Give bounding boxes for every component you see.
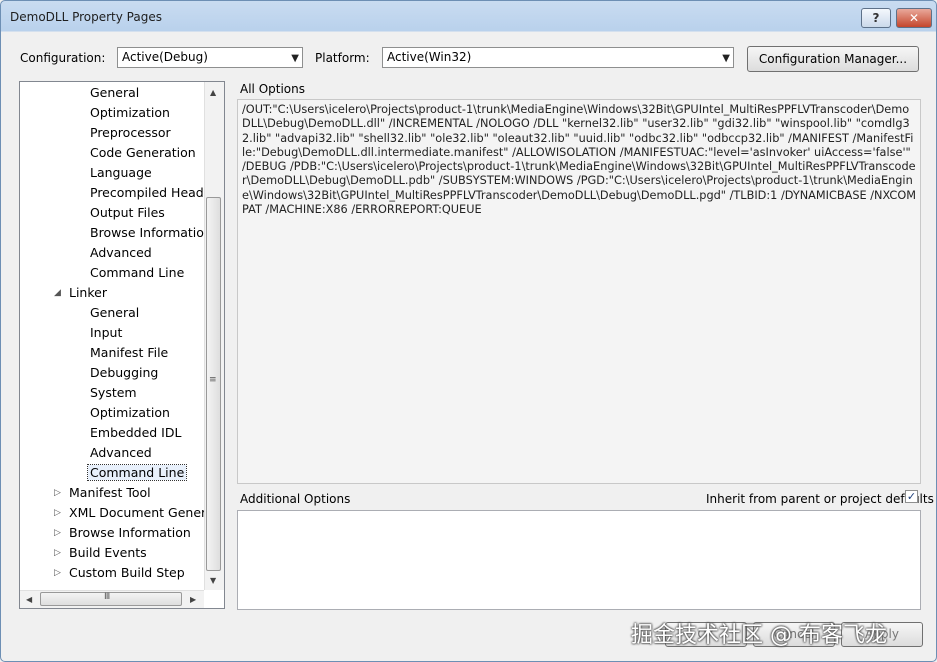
title-bar: DemoDLL Property Pages ? ✕ xyxy=(1,1,936,32)
tree-item[interactable]: General xyxy=(90,84,139,102)
tree-item-label: Browse Information xyxy=(90,225,212,240)
tree-item-label: Output Files xyxy=(90,205,165,220)
tree-item-label: Language xyxy=(90,165,152,180)
tree-item-label: Optimization xyxy=(90,105,170,120)
expand-arrow-icon[interactable]: ▷ xyxy=(54,504,61,522)
tree-item-label: Advanced xyxy=(90,445,152,460)
close-button[interactable]: ✕ xyxy=(896,8,932,28)
chevron-down-icon: ▼ xyxy=(722,53,730,64)
tree-item-label: General xyxy=(90,85,140,100)
platform-dropdown[interactable]: Active(Win32) ▼ xyxy=(382,47,734,68)
window-title: DemoDLL Property Pages xyxy=(10,10,162,24)
expand-arrow-icon[interactable]: ▷ xyxy=(54,564,61,582)
tree-item-label: Input xyxy=(90,325,123,340)
tree-item[interactable]: Optimization xyxy=(90,404,170,422)
tree-item[interactable]: Command Line xyxy=(86,464,188,482)
tree-item[interactable]: Command Line xyxy=(90,264,184,282)
expand-arrow-icon[interactable]: ▷ xyxy=(54,524,61,542)
tree-item-label: Code Generation xyxy=(90,145,196,160)
tree-item-label: Advanced xyxy=(90,245,152,260)
configuration-label: Configuration: xyxy=(20,51,106,65)
tree-item[interactable]: Manifest File xyxy=(90,344,168,362)
tree-item[interactable]: ▷ Browse Information xyxy=(54,524,191,542)
tree-item-label: Linker xyxy=(69,285,107,300)
tree-item-label: Custom Build Step xyxy=(69,565,185,580)
tree-item-label: Debugging xyxy=(90,365,159,380)
property-pages-dialog: DemoDLL Property Pages ? ✕ Configuration… xyxy=(0,0,937,662)
additional-options-label: Additional Options xyxy=(240,492,351,506)
help-button[interactable]: ? xyxy=(861,8,891,28)
tree-item-label: XML Document Genera xyxy=(69,505,214,520)
grip-icon: ≡ xyxy=(209,375,217,385)
collapse-arrow-icon[interactable]: ◢ xyxy=(54,284,61,302)
tree-item[interactable]: Output Files xyxy=(90,204,165,222)
configuration-dropdown[interactable]: Active(Debug) ▼ xyxy=(117,47,303,68)
grip-icon: Ⅲ xyxy=(104,592,111,602)
tree-item-label: System xyxy=(90,385,137,400)
tree-item-label: General xyxy=(90,305,140,320)
tree-item[interactable]: Language xyxy=(90,164,152,182)
tree-item[interactable]: Precompiled Heade xyxy=(90,184,211,202)
tree-item[interactable]: ▷ Build Events xyxy=(54,544,147,562)
platform-value: Active(Win32) xyxy=(387,50,472,64)
tree-item[interactable]: Input xyxy=(90,324,122,342)
tree-item[interactable]: Optimization xyxy=(90,104,170,122)
configuration-manager-button[interactable]: Configuration Manager... xyxy=(747,46,919,72)
tree-item-label: Command Line xyxy=(90,265,185,280)
expand-arrow-icon[interactable]: ▷ xyxy=(54,544,61,562)
tree-item[interactable]: Advanced xyxy=(90,244,152,262)
tree-item[interactable]: System xyxy=(90,384,137,402)
tree-item[interactable]: ◢ Linker xyxy=(54,284,107,302)
tree-item[interactable]: Advanced xyxy=(90,444,152,462)
watermark: 掘金技术社区 @ 布客飞龙 xyxy=(631,623,887,648)
tree-item[interactable]: ▷ XML Document Genera xyxy=(54,504,214,522)
scroll-right-icon[interactable]: ▶ xyxy=(190,595,196,604)
tree-item-label: Manifest File xyxy=(90,345,169,360)
tree-item[interactable]: Embedded IDL xyxy=(90,424,181,442)
tree-item[interactable]: Code Generation xyxy=(90,144,196,162)
tree-item[interactable]: ▷ Manifest Tool xyxy=(54,484,151,502)
tree-item[interactable]: ▷ Custom Build Step xyxy=(54,564,185,582)
tree-item-label: Build Events xyxy=(69,545,147,560)
all-options-label: All Options xyxy=(240,82,305,96)
tree-item-label: Preprocessor xyxy=(90,125,171,140)
tree-item-label: Manifest Tool xyxy=(69,485,151,500)
property-tree[interactable]: General Optimization Preprocessor Code Gene… xyxy=(19,81,225,609)
inherit-label: Inherit from parent or project defaults xyxy=(706,492,934,506)
scroll-down-icon[interactable]: ▼ xyxy=(210,576,216,585)
horizontal-scroll-thumb[interactable] xyxy=(40,592,182,606)
tree-item-label: Precompiled Heade xyxy=(90,185,212,200)
scroll-up-icon[interactable]: ▲ xyxy=(210,88,216,97)
all-options-text[interactable]: /OUT:"C:\Users\icelero\Projects\product-… xyxy=(237,99,921,484)
tree-item[interactable]: Debugging xyxy=(90,364,158,382)
chevron-down-icon: ▼ xyxy=(291,53,299,64)
tree-item-label: Optimization xyxy=(90,405,170,420)
configuration-value: Active(Debug) xyxy=(122,50,208,64)
tree-item[interactable]: Preprocessor xyxy=(90,124,171,142)
inherit-checkbox[interactable]: ✓ xyxy=(905,490,918,503)
platform-label: Platform: xyxy=(315,51,370,65)
expand-arrow-icon[interactable]: ▷ xyxy=(54,484,61,502)
additional-options-input[interactable] xyxy=(237,510,921,610)
tree-item[interactable]: General xyxy=(90,304,139,322)
tree-item-label: Browse Information xyxy=(69,525,191,540)
scroll-left-icon[interactable]: ◀ xyxy=(26,595,32,604)
tree-item-label: Embedded IDL xyxy=(90,425,182,440)
tree-item[interactable]: Browse Information xyxy=(90,224,212,242)
tree-item-label: Command Line xyxy=(86,464,188,481)
